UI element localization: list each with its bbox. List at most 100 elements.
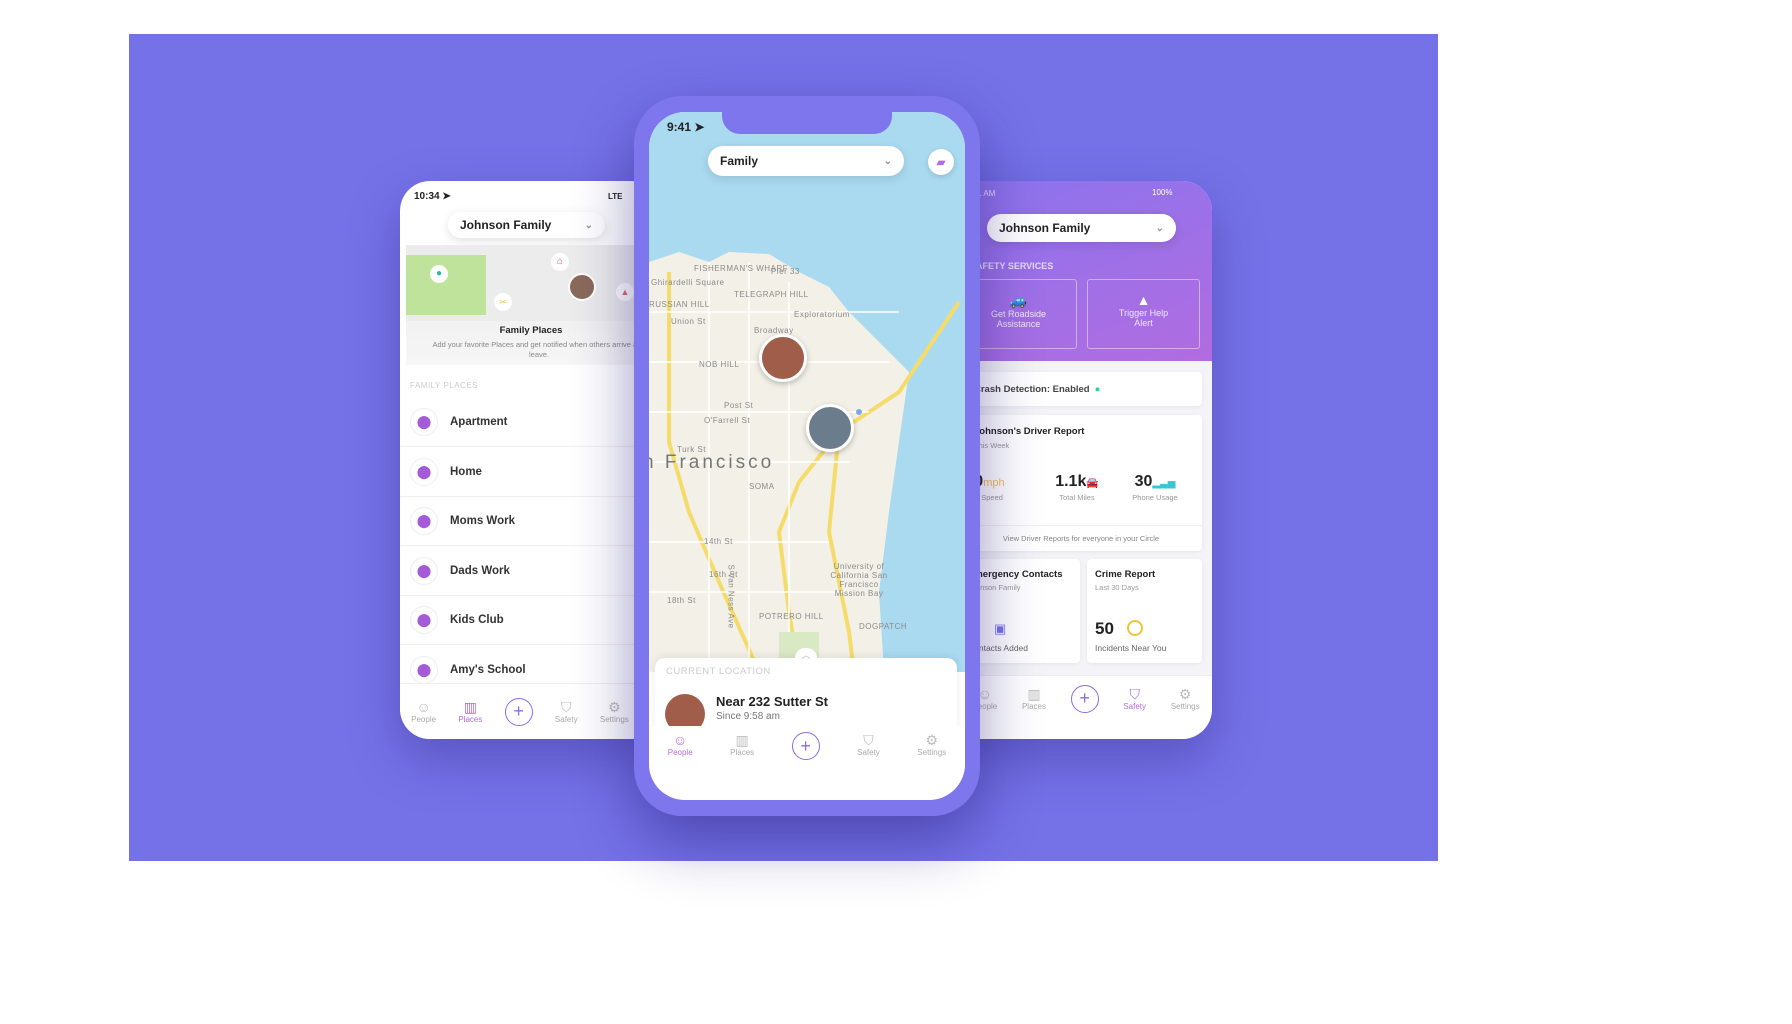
location-pin-icon: ⬤ xyxy=(410,606,438,634)
driver-report-title: Johnson's Driver Report xyxy=(974,426,1085,437)
tab-label: Places xyxy=(730,748,755,757)
place-name: Home xyxy=(450,465,482,478)
place-list-item[interactable]: ⬤ Home xyxy=(400,448,660,497)
driver-stat: 1.1k🚘 Total Miles xyxy=(1055,473,1099,502)
shield-icon: ⛉ xyxy=(561,699,572,715)
person-icon: ☺ xyxy=(673,732,688,748)
tab-places[interactable]: ▥ Places xyxy=(1022,686,1046,711)
help-alert-button[interactable]: ▲ Trigger Help Alert xyxy=(1087,279,1200,349)
driver-report-card[interactable]: Johnson's Driver Report This Week 90mphT… xyxy=(960,415,1202,551)
location-header: CURRENT LOCATION xyxy=(666,666,771,677)
place-marker-icon: ● xyxy=(430,265,448,283)
map-card-desc: Add your favorite Places and get notifie… xyxy=(432,340,646,359)
buildings-icon: ▥ xyxy=(735,732,749,748)
status-time: 9:41 ➤ xyxy=(667,120,705,134)
location-pin-icon: ⬤ xyxy=(410,507,438,535)
tow-truck-icon: 🚙 xyxy=(1009,292,1028,308)
phone-notch xyxy=(722,112,892,134)
map-label: Union St xyxy=(671,317,706,326)
tab-label: Settings xyxy=(917,748,947,757)
places-map[interactable]: ● ⌂ ✂ ▲ Family Places Add your favorite … xyxy=(406,245,656,365)
contacts-icon: ▣ xyxy=(994,621,1007,636)
map-label: Turk St xyxy=(677,445,706,454)
add-button[interactable]: + xyxy=(1070,684,1099,713)
tab-people[interactable]: ☺ People xyxy=(411,699,436,724)
status-time: 10:34 ➤ xyxy=(414,191,451,202)
location-pin-icon: ⬤ xyxy=(410,408,438,436)
tab-label: Safety xyxy=(554,715,578,724)
place-name: Apartment xyxy=(450,416,508,428)
map-label: S Van Ness Ave xyxy=(726,564,736,629)
add-button[interactable]: + xyxy=(504,697,533,726)
map-label: POTRERO HILL xyxy=(759,612,824,621)
tab-safety[interactable]: ⛉ Safety xyxy=(555,699,578,724)
buildings-icon: ▥ xyxy=(1027,686,1041,702)
park-area xyxy=(406,255,486,315)
tab-label: Places xyxy=(458,715,483,724)
enabled-dot-icon: ● xyxy=(1094,383,1101,395)
map-label: Post St xyxy=(724,401,754,410)
signal-bars-icon: ▂▃▅ xyxy=(1152,478,1176,489)
chevron-down-icon: ⌄ xyxy=(1155,222,1164,234)
chat-icon[interactable]: ▰ xyxy=(928,149,954,175)
place-list-item[interactable]: ⬤ Moms Work xyxy=(400,497,660,546)
left-phone-places-screen: 10:34 ➤ LTE Johnson Family ⌄ ● ⌂ ✂ ▲ Fami… xyxy=(400,181,660,739)
map-label: O'Farrell St xyxy=(704,416,751,425)
tab-places[interactable]: ▥ Places xyxy=(458,699,482,724)
member-avatar[interactable] xyxy=(568,273,596,301)
crime-report-card[interactable]: Crime Report Last 30 Days 50 Incidents N… xyxy=(1087,559,1202,663)
map-label: Exploratorium xyxy=(794,310,850,319)
chevron-up-icon[interactable]: ︿ xyxy=(795,648,817,660)
member-avatar-1[interactable] xyxy=(759,334,807,382)
battery-status: 100% xyxy=(1152,188,1173,197)
gear-icon: ⚙ xyxy=(1178,686,1192,702)
tab-people[interactable]: ☺ People xyxy=(668,732,693,757)
tab-label: Settings xyxy=(599,715,629,724)
tab-safety[interactable]: ⛉ Safety xyxy=(1123,686,1146,711)
car-icon: 🚘 xyxy=(1086,478,1099,489)
location-pin-icon: ⬤ xyxy=(410,457,438,486)
tab-label: Settings xyxy=(1170,702,1200,711)
map-label: n Francisco xyxy=(649,452,775,473)
place-name: Kids Club xyxy=(450,614,504,626)
section-header: FAMILY PLACES xyxy=(410,381,479,390)
gear-icon: ⚙ xyxy=(608,699,621,715)
map-label: 14th St xyxy=(704,537,733,546)
person-icon: ☺ xyxy=(416,699,431,715)
chevron-down-icon: ⌄ xyxy=(883,155,892,167)
gear-icon: ⚙ xyxy=(925,732,939,748)
crash-detection-card[interactable]: Crash Detection: Enabled ● xyxy=(960,372,1202,406)
location-title: Near 232 Sutter St xyxy=(716,694,828,709)
city-map[interactable] xyxy=(649,112,965,672)
tab-places[interactable]: ▥ Places xyxy=(730,732,754,757)
place-name: Amy's School xyxy=(450,663,526,676)
place-list-item[interactable]: ⬤ Apartment xyxy=(400,398,660,447)
tab-settings[interactable]: ⚙ Settings xyxy=(917,732,946,757)
shield-icon: ⛉ xyxy=(863,732,874,748)
center-phone-map-screen: n Francisco FISHERMAN'S WHARF Pier 33 RUSSI… xyxy=(634,96,980,816)
alert-circle-icon xyxy=(1127,620,1143,636)
place-name: Moms Work xyxy=(450,515,515,527)
location-since: Since 9:58 am xyxy=(716,711,780,722)
tab-label: Places xyxy=(1021,702,1046,711)
work-marker-icon: ✂ xyxy=(494,293,512,311)
circle-dropdown[interactable]: Family ⌄ xyxy=(708,146,904,176)
map-label: 18th St xyxy=(667,596,696,605)
circle-dropdown[interactable]: Johnson Family ⌄ xyxy=(448,212,605,238)
add-button[interactable]: + xyxy=(791,732,820,760)
place-name: Dads Work xyxy=(450,564,510,577)
shield-icon: ⛉ xyxy=(1129,686,1140,702)
map-label: Pier 33 xyxy=(771,267,800,276)
tab-safety[interactable]: ⛉ Safety xyxy=(857,732,880,757)
circle-dropdown[interactable]: Johnson Family ⌄ xyxy=(987,214,1176,242)
tab-settings[interactable]: ⚙ Settings xyxy=(1171,686,1200,711)
place-list-item[interactable]: ⬤ Kids Club xyxy=(400,596,660,645)
member-avatar-2[interactable] xyxy=(806,404,854,452)
tab-bar: ☺ People ▥ Places + ⛉ Safety ⚙ Settings xyxy=(960,675,1212,721)
map-label: University of California San Francisco M… xyxy=(830,562,888,598)
tab-settings[interactable]: ⚙ Settings xyxy=(600,699,629,724)
place-list-item[interactable]: ⬤ Dads Work xyxy=(400,547,660,596)
driver-reports-link[interactable]: View Driver Reports for everyone in your… xyxy=(960,525,1202,543)
status-network: LTE xyxy=(608,192,623,201)
home-marker-icon: ⌂ xyxy=(551,253,569,271)
